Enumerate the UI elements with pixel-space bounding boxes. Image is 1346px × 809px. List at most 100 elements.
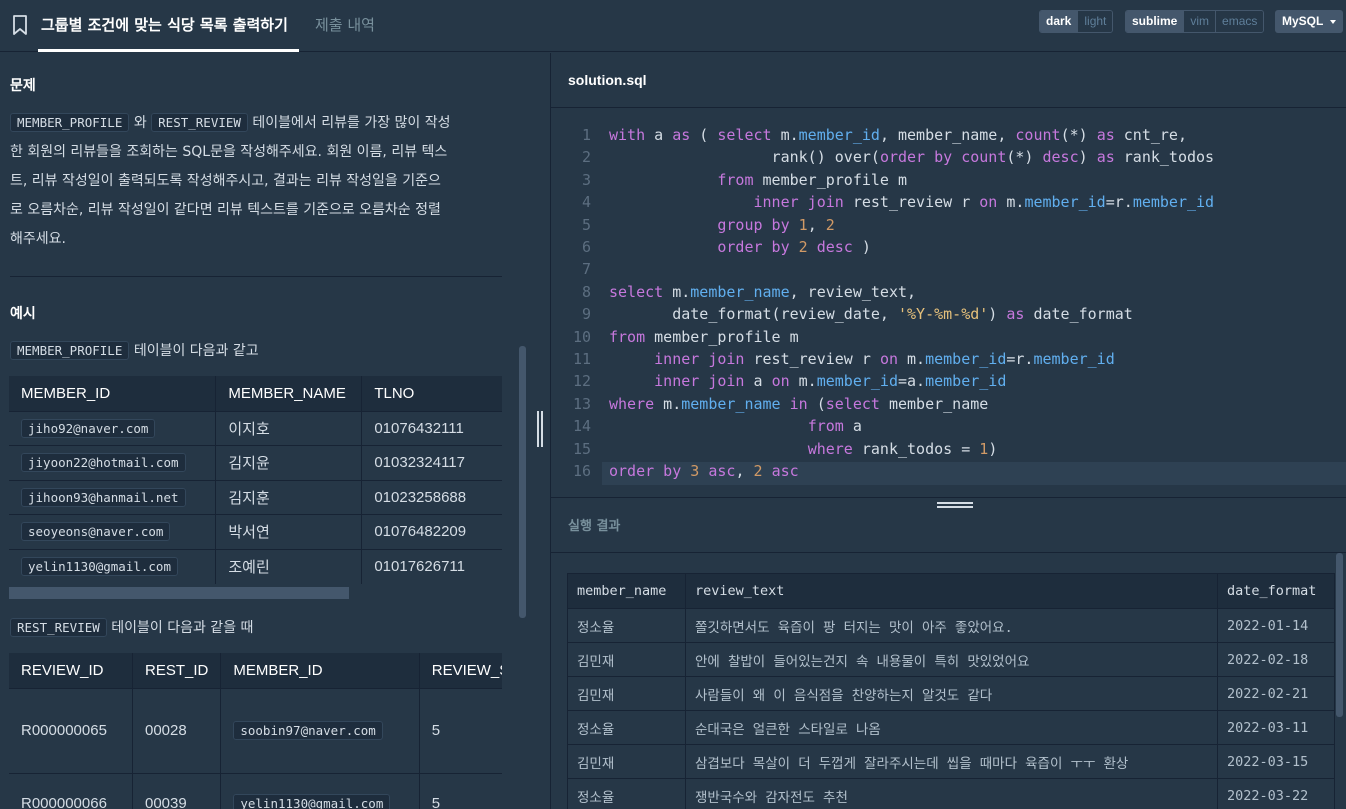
- line-number: 10: [572, 327, 591, 346]
- theme-light-button[interactable]: light: [1077, 11, 1113, 32]
- result-cell: 순대국은 얼큰한 스타일로 나옴: [685, 710, 1218, 745]
- language-label: MySQL: [1282, 14, 1324, 28]
- rest-id-cell: 00039: [132, 772, 222, 809]
- keymap-vim-button[interactable]: vim: [1183, 11, 1216, 32]
- review-id-cell: R000000066: [9, 772, 133, 809]
- line-number: 16: [572, 462, 591, 480]
- active-tab-indicator: [38, 49, 299, 52]
- result-cell: 정소율: [567, 778, 686, 809]
- table-row: 정소율 순대국은 얼큰한 스타일로 나옴 2022-03-11: [567, 710, 1335, 745]
- table-header: TLNO: [361, 376, 502, 411]
- result-cell: 정소율: [567, 608, 686, 643]
- review-table-caption: REST_REVIEW 테이블이 다음과 같을 때: [10, 617, 253, 637]
- table-header: MEMBER_NAME: [215, 376, 363, 411]
- pane-resize-handle[interactable]: [537, 411, 547, 447]
- tab-problem-title[interactable]: 그룹별 조건에 맞는 식당 목록 출력하기: [41, 14, 288, 35]
- line-number: 5: [581, 215, 591, 234]
- line-number: 13: [572, 394, 591, 413]
- theme-dark-button[interactable]: dark: [1040, 11, 1078, 32]
- desc-line-3: 트, 리뷰 작성일이 출력되도록 작성해주시고, 결과는 리뷰 작성일을 기준으: [10, 173, 441, 189]
- table-row: 김민재 안에 찰밥이 들어있는건지 속 내용물이 특히 맛있었어요 2022-0…: [567, 642, 1335, 677]
- code-line: rank() over(order by count(*) desc) as r…: [609, 148, 1215, 167]
- table-row: 정소율 쟁반국수와 감자전도 추천 2022-03-22: [567, 778, 1335, 809]
- horizontal-splitter: [551, 497, 1346, 498]
- language-select[interactable]: MySQL: [1275, 10, 1343, 33]
- tab-submissions[interactable]: 제출 내역: [315, 14, 375, 35]
- member-name-cell: 박서연: [215, 514, 363, 549]
- code-line: from member_profile m: [609, 327, 799, 346]
- member-table-wrapper: MEMBER_ID MEMBER_NAME TLNO jiho92@naver.…: [0, 376, 502, 586]
- table-row: jiho92@naver.com 이지호 01076432111: [9, 410, 502, 446]
- result-cell: 2022-02-18: [1217, 642, 1335, 677]
- results-divider: [551, 552, 1346, 553]
- table-row: R000000066 00039 yelin1130@gmail.com 5: [9, 772, 502, 809]
- table-header: REVIEW_S: [419, 653, 502, 688]
- member-name-cell: 김지훈: [215, 479, 363, 515]
- member-id-cell: jiho92@naver.com: [21, 418, 156, 438]
- desc-conj: 와: [133, 115, 147, 131]
- table-row: jihoon93@hanmail.net 김지훈 01023258688: [9, 479, 502, 515]
- result-cell: 2022-03-22: [1217, 778, 1335, 809]
- rest-review-table: REVIEW_ID REST_ID MEMBER_ID REVIEW_S R00…: [9, 653, 502, 809]
- problem-pane: 문제 MEMBER_PROFILE 와 REST_REVIEW 테이블에서 리뷰…: [0, 53, 550, 809]
- code-line: from a: [807, 417, 862, 436]
- results-scrollbar[interactable]: [1336, 553, 1343, 717]
- table-header: MEMBER_ID: [9, 376, 217, 411]
- member-id-cell: soobin97@naver.com: [233, 721, 383, 740]
- desc-line-1: 테이블에서 리뷰를 가장 많이 작성: [252, 115, 451, 131]
- result-cell: 사람들이 왜 이 음식점을 찬양하는지 알것도 같다: [685, 676, 1218, 711]
- tlno-cell: 01076482209: [361, 514, 502, 549]
- result-cell: 김민재: [567, 676, 686, 711]
- bookmark-icon[interactable]: [12, 15, 28, 35]
- table-row: 김민재 삼겹보다 목살이 더 두껍게 잘라주시는데 씹을 때마다 육즙이 ㅜㅜ …: [567, 744, 1335, 779]
- result-header: date_format: [1217, 573, 1335, 609]
- review-table-wrapper: REVIEW_ID REST_ID MEMBER_ID REVIEW_S R00…: [0, 653, 502, 809]
- result-cell: 김민재: [567, 744, 686, 779]
- rest-id-cell: 00028: [132, 687, 222, 773]
- caret-down-icon: [1330, 20, 1336, 24]
- vertical-scrollbar[interactable]: [519, 346, 526, 618]
- code-line: group by 1, 2: [717, 215, 835, 234]
- member-id-cell: yelin1130@gmail.com: [233, 793, 391, 809]
- review-caption-text: 테이블이 다음과 같을 때: [111, 620, 254, 636]
- result-resize-handle[interactable]: [937, 502, 973, 511]
- line-number: 11: [572, 350, 591, 368]
- review-score-cell: 5: [419, 687, 502, 773]
- member-name-cell: 조예린: [215, 548, 363, 584]
- code-line: with a as ( select m.member_id, member_n…: [609, 126, 1187, 144]
- result-cell: 2022-03-15: [1217, 744, 1335, 779]
- result-cell: 2022-01-14: [1217, 608, 1335, 643]
- result-cell: 쫄깃하면서도 육즙이 팡 터지는 맛이 아주 좋았어요.: [685, 608, 1218, 643]
- table-row: 김민재 사람들이 왜 이 음식점을 찬양하는지 알것도 같다 2022-02-2…: [567, 676, 1335, 711]
- results-table: member_name review_text date_format 정소율 …: [567, 573, 1335, 809]
- line-number: 15: [572, 439, 591, 458]
- top-header: 그룹별 조건에 맞는 식당 목록 출력하기 제출 내역 dark light s…: [0, 0, 1346, 52]
- desc-line-5: 해주세요.: [10, 231, 66, 247]
- tlno-cell: 01017626711: [361, 548, 502, 584]
- code-line: order by 2 desc ): [717, 238, 871, 256]
- problem-heading: 문제: [10, 78, 36, 94]
- member-id-cell: jihoon93@hanmail.net: [21, 487, 186, 507]
- table-row: seoyeons@naver.com 박서연 01076482209: [9, 514, 502, 549]
- table-header: REST_ID: [132, 653, 222, 688]
- results-heading: 실행 결과: [568, 519, 621, 534]
- line-number: 14: [572, 417, 591, 436]
- result-cell: 2022-03-11: [1217, 710, 1335, 745]
- code-line: select m.member_name, review_text,: [609, 282, 917, 301]
- line-number: 1: [581, 126, 591, 144]
- horizontal-scrollbar[interactable]: [9, 587, 349, 599]
- keymap-emacs-button[interactable]: emacs: [1215, 11, 1264, 32]
- theme-toggle: dark light: [1039, 10, 1114, 33]
- code-line: inner join rest_review r on m.member_id=…: [753, 193, 1215, 212]
- result-cell: 삼겹보다 목살이 더 두껍게 잘라주시는데 씹을 때마다 육즙이 ㅜㅜ 환상: [685, 744, 1218, 779]
- member-name-cell: 이지호: [215, 410, 363, 446]
- table-row: R000000065 00028 soobin97@naver.com 5: [9, 687, 502, 773]
- divider: [10, 276, 502, 277]
- review-id-cell: R000000065: [9, 687, 133, 773]
- keymap-sublime-button[interactable]: sublime: [1126, 11, 1184, 32]
- result-cell: 안에 찰밥이 들어있는건지 속 내용물이 특히 맛있었어요: [685, 642, 1218, 677]
- line-number: 7: [581, 260, 591, 279]
- code-line: date_format(review_date, '%Y-%m-%d') as …: [609, 305, 1133, 324]
- tlno-cell: 01032324117: [361, 445, 502, 480]
